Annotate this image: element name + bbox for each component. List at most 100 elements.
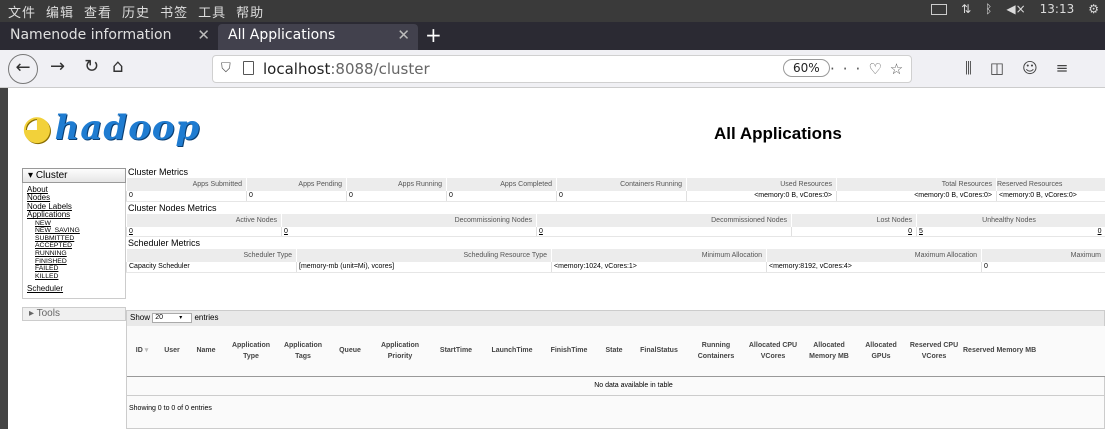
column-header-reserved-memory[interactable]: Reserved Memory MB xyxy=(963,326,1105,377)
account-icon[interactable]: ☺ xyxy=(1022,59,1038,77)
menu-file[interactable]: 文件 xyxy=(8,2,36,21)
metric-header: Active Nodes xyxy=(126,213,282,227)
menu-edit[interactable]: 编辑 xyxy=(46,2,74,21)
url-text[interactable]: localhost:8088/cluster xyxy=(263,60,430,78)
column-header-allocated-memory[interactable]: Allocated Memory MB xyxy=(801,326,857,377)
metric-header: Decommissioning Nodes xyxy=(281,213,537,227)
metric-value: <memory:1024, vCores:1> xyxy=(551,262,767,273)
metric-header: Minimum Allocation xyxy=(551,249,767,262)
page-title: All Applications xyxy=(714,124,842,143)
state-link-submitted[interactable]: SUBMITTED xyxy=(27,235,125,243)
column-header-allocated-cpu[interactable]: Allocated CPU VCores xyxy=(745,326,801,377)
close-icon[interactable]: ✕ xyxy=(197,26,210,44)
metric-header: Apps Running xyxy=(346,178,447,191)
menu-history[interactable]: 历史 xyxy=(122,2,150,21)
hadoop-logo[interactable]: ◕hadoop xyxy=(22,108,200,148)
shield-icon[interactable]: ⛉ xyxy=(221,61,231,76)
state-link-running[interactable]: RUNNING xyxy=(27,250,125,258)
sidebar-icon[interactable]: ◫ xyxy=(990,59,1004,77)
more-icon[interactable]: ··· xyxy=(830,60,868,78)
table-info: Showing 0 to 0 of 0 entries xyxy=(129,404,212,412)
state-link-new[interactable]: NEW xyxy=(27,220,125,228)
settings-icon[interactable]: ⚙ xyxy=(1088,2,1099,16)
menu-tools[interactable]: 工具 xyxy=(198,2,226,21)
clock[interactable]: 13:13 xyxy=(1040,2,1075,16)
unhealthy-nodes-cell: 50 xyxy=(916,226,1105,237)
bookmark-star-icon[interactable]: ☆ xyxy=(890,60,911,78)
home-icon[interactable]: ⌂ xyxy=(112,56,123,77)
column-header-application-priority[interactable]: Application Priority xyxy=(371,326,429,377)
decommissioned-nodes-link[interactable]: 0 xyxy=(536,226,792,237)
show-label: Show xyxy=(130,313,151,323)
bluetooth-icon[interactable]: ᛒ xyxy=(985,2,992,16)
metric-header: Decommissioned Nodes xyxy=(536,213,792,227)
column-header-launch-time[interactable]: LaunchTime xyxy=(483,326,541,377)
node-metrics-table: Active Nodes Decommissioning Nodes Decom… xyxy=(126,213,1105,237)
metric-value: [memory-mb (unit=Mi), vcores] xyxy=(296,262,552,273)
reload-icon[interactable]: ↻ xyxy=(84,56,99,77)
metric-value: Capacity Scheduler xyxy=(126,262,297,273)
metric-value: <memory:0 B, vCores:0> xyxy=(996,191,1105,202)
menu-view[interactable]: 查看 xyxy=(84,2,112,21)
column-header-running-containers[interactable]: Running Containers xyxy=(687,326,745,377)
sidebar-link-scheduler[interactable]: Scheduler xyxy=(27,284,125,293)
new-tab-icon[interactable]: + xyxy=(425,23,442,47)
pocket-icon[interactable]: ♡ xyxy=(868,60,889,78)
network-icon[interactable]: ⇅ xyxy=(961,2,971,16)
unhealthy-nodes-link[interactable]: 5 xyxy=(919,228,923,235)
metric-value: 0 xyxy=(556,191,687,202)
url-actions: ···♡☆ xyxy=(830,60,911,78)
metric-value: 0 xyxy=(346,191,447,202)
page-icon[interactable] xyxy=(243,61,254,75)
column-header-name[interactable]: Name xyxy=(187,326,225,377)
tab-all-applications[interactable]: All Applications ✕ xyxy=(218,24,418,50)
rebooted-nodes-link[interactable]: 0 xyxy=(1098,228,1105,235)
metric-header: Maximum xyxy=(981,249,1105,262)
column-header-application-type[interactable]: Application Type xyxy=(225,326,277,377)
column-header-allocated-gpus[interactable]: Allocated GPUs xyxy=(857,326,905,377)
column-header-reserved-cpu[interactable]: Reserved CPU VCores xyxy=(905,326,963,377)
sidebar-cluster-header[interactable]: ▾ Cluster xyxy=(22,168,126,183)
sidebar-tools-header[interactable]: ▸ Tools xyxy=(22,306,126,321)
column-header-user[interactable]: User xyxy=(157,326,187,377)
metric-header: Unhealthy Nodes xyxy=(916,213,1105,227)
metric-header: Used Resources xyxy=(686,178,837,191)
tab-bar: Namenode information ✕ All Applications … xyxy=(0,22,1105,50)
scheduler-metrics-title: Scheduler Metrics xyxy=(128,238,201,248)
library-icon[interactable]: ⫼ xyxy=(965,59,972,77)
column-header-queue[interactable]: Queue xyxy=(329,326,371,377)
lost-nodes-link[interactable]: 0 xyxy=(791,226,917,237)
column-header-application-tags[interactable]: Application Tags xyxy=(277,326,329,377)
sidebar-link-applications[interactable]: Applications xyxy=(27,210,125,219)
close-icon[interactable]: ✕ xyxy=(397,26,410,44)
column-header-finish-time[interactable]: FinishTime xyxy=(541,326,597,377)
page-content: ◕hadoop All Applications ▾ Cluster About… xyxy=(8,88,1105,429)
column-header-start-time[interactable]: StartTime xyxy=(429,326,483,377)
volume-icon[interactable]: ◀× xyxy=(1006,2,1025,16)
metric-header: Maximum Allocation xyxy=(766,249,982,262)
state-link-finished[interactable]: FINISHED xyxy=(27,258,125,266)
active-nodes-link[interactable]: 0 xyxy=(126,226,282,237)
back-arrow-icon[interactable]: ← xyxy=(8,54,38,84)
url-bar[interactable]: ⛉ localhost:8088/cluster 60% ···♡☆ xyxy=(212,55,912,83)
forward-arrow-icon[interactable]: → xyxy=(50,56,65,77)
menu-bookmarks[interactable]: 书签 xyxy=(160,2,188,21)
zoom-indicator[interactable]: 60% xyxy=(783,59,830,77)
scheduler-metrics-table: Scheduler Type Scheduling Resource Type … xyxy=(126,249,1105,273)
menu-icon[interactable]: ≡ xyxy=(1056,59,1069,77)
tab-title: All Applications xyxy=(228,27,336,43)
menu-help[interactable]: 帮助 xyxy=(236,2,264,21)
column-header-state[interactable]: State xyxy=(597,326,631,377)
state-link-failed[interactable]: FAILED xyxy=(27,265,125,273)
tab-namenode[interactable]: Namenode information ✕ xyxy=(0,24,218,50)
page-length-select[interactable]: 20 ▾ xyxy=(152,313,193,323)
metric-value: <memory:8192, vCores:4> xyxy=(766,262,982,273)
keyboard-icon[interactable] xyxy=(931,3,948,15)
column-header-final-status[interactable]: FinalStatus xyxy=(631,326,687,377)
column-header-id[interactable]: ID ▾ xyxy=(127,326,157,377)
os-top-bar: 文件 编辑 查看 历史 书签 工具 帮助 ⇅ ᛒ ◀× 13:13 ⚙ xyxy=(0,0,1105,22)
state-link-killed[interactable]: KILLED xyxy=(27,273,125,281)
state-link-new-saving[interactable]: NEW_SAVING xyxy=(27,227,125,235)
state-link-accepted[interactable]: ACCEPTED xyxy=(27,242,125,250)
decommissioning-nodes-link[interactable]: 0 xyxy=(281,226,537,237)
